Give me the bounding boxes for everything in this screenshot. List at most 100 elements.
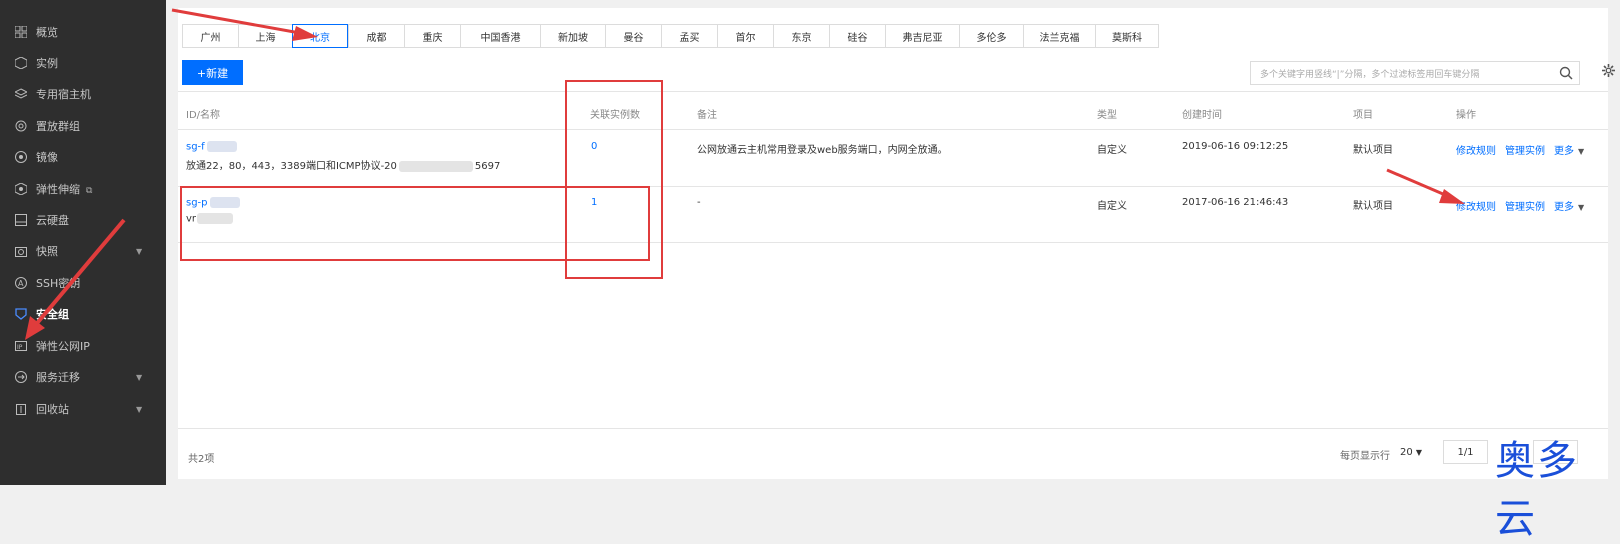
table-header: ID/名称 关联实例数 备注 类型 创建时间 项目 操作 [178, 92, 1608, 130]
tab-region-guangzhou[interactable]: 广州 [182, 24, 238, 48]
search-icon[interactable] [1559, 66, 1573, 83]
tab-region-beijing[interactable]: 北京 [292, 24, 348, 48]
column-header-id: ID/名称 [186, 110, 221, 121]
table-row: sg-f 放通22，80，443，3389端口和ICMP协议-20 5697 0 … [178, 130, 1608, 187]
trash-icon [15, 403, 27, 415]
edit-rules-link[interactable]: 修改规则 [1456, 202, 1496, 213]
layers-icon [15, 88, 27, 100]
search-placeholder: 多个关键字用竖线“|”分隔，多个过滤标签用回车键分隔 [1260, 70, 1480, 80]
sidebar-item-label: 弹性公网IP [36, 340, 90, 353]
region-tabs: 广州 上海 北京 成都 重庆 中国香港 新加坡 曼谷 孟买 首尔 东京 硅谷 弗… [182, 24, 1159, 48]
type-text: 自定义 [1097, 201, 1127, 212]
shield-icon [15, 308, 27, 320]
sidebar-item-instances[interactable]: 实例 [0, 50, 166, 76]
remark-text: 公网放通云主机常用登录及web服务端口，内网全放通。 [697, 145, 948, 156]
security-group-id-link[interactable]: sg-f [186, 141, 237, 153]
sidebar-item-overview[interactable]: 概览 [0, 19, 166, 45]
row-actions: 修改规则 管理实例 更多 ▼ [1456, 142, 1593, 157]
chevron-down-icon: ▼ [136, 404, 143, 414]
sidebar-item-label: 回收站 [36, 403, 69, 416]
sidebar-item-dedicated-host[interactable]: 专用宿主机 [0, 81, 166, 107]
tab-region-virginia[interactable]: 弗吉尼亚 [885, 24, 959, 48]
tab-region-toronto[interactable]: 多伦多 [959, 24, 1023, 48]
new-button[interactable]: +新建 [182, 60, 243, 85]
sidebar-item-placement-group[interactable]: 置放群组 [0, 113, 166, 139]
grid-icon [15, 26, 27, 38]
more-dropdown[interactable]: 更多 [1554, 202, 1574, 213]
per-page-label: 每页显示行 [1340, 451, 1390, 462]
created-time: 2019-06-16 09:12:25 [1182, 141, 1289, 152]
sidebar-item-label: 服务迁移 [36, 371, 80, 384]
tab-region-moscow[interactable]: 莫斯科 [1095, 24, 1159, 48]
tab-region-mumbai[interactable]: 孟买 [661, 24, 717, 48]
chevron-down-icon[interactable]: ▼ [1578, 203, 1584, 212]
watermark-logo: 奥多云 [1495, 438, 1579, 542]
row-actions: 修改规则 管理实例 更多 ▼ [1456, 198, 1593, 213]
column-header-type: 类型 [1097, 110, 1117, 121]
tab-region-hongkong[interactable]: 中国香港 [460, 24, 540, 48]
cube-icon [15, 57, 27, 69]
redacted-block [398, 160, 473, 172]
more-dropdown[interactable]: 更多 [1554, 146, 1574, 157]
chevron-down-icon: ▼ [136, 372, 143, 382]
sidebar-item-label: 实例 [36, 57, 58, 70]
chevron-down-icon[interactable]: ▼ [1578, 147, 1584, 156]
security-group-name: 放通22，80，443，3389端口和ICMP协议-20 5697 [186, 160, 501, 172]
remark-text: - [697, 197, 701, 208]
tab-region-bangkok[interactable]: 曼谷 [605, 24, 661, 48]
edit-rules-link[interactable]: 修改规则 [1456, 146, 1496, 157]
disc-icon [15, 151, 27, 163]
annotation-highlight-row [180, 186, 650, 261]
table-footer: 共2项 每页显示行 20 ▼ 1/1 [178, 428, 1608, 480]
eip-icon: IP [15, 340, 27, 352]
sidebar: 概览 实例 专用宿主机 置放群组 镜像 弹性伸缩 ⧉ 云硬盘 快照 ▼ A SSH… [0, 0, 166, 485]
sidebar-item-snapshot[interactable]: 快照 ▼ [0, 238, 166, 264]
gear-cube-icon [15, 120, 27, 132]
sidebar-item-label: 安全组 [36, 308, 69, 321]
sidebar-item-images[interactable]: 镜像 [0, 144, 166, 170]
gear-icon[interactable] [1602, 64, 1615, 80]
tab-region-frankfurt[interactable]: 法兰克福 [1023, 24, 1095, 48]
security-group-table: ID/名称 关联实例数 备注 类型 创建时间 项目 操作 sg-f 放通22，8… [178, 91, 1608, 479]
page-indicator[interactable]: 1/1 [1443, 440, 1488, 464]
tab-region-chengdu[interactable]: 成都 [348, 24, 404, 48]
project-text: 默认项目 [1353, 145, 1393, 156]
tab-region-tokyo[interactable]: 东京 [773, 24, 829, 48]
manage-instances-link[interactable]: 管理实例 [1505, 202, 1545, 213]
per-page-select[interactable]: 20 ▼ [1400, 447, 1422, 458]
tab-region-seoul[interactable]: 首尔 [717, 24, 773, 48]
sidebar-item-migration[interactable]: 服务迁移 ▼ [0, 364, 166, 390]
disk-icon [15, 214, 27, 226]
sidebar-item-recycle-bin[interactable]: 回收站 ▼ [0, 396, 166, 422]
tab-region-chongqing[interactable]: 重庆 [404, 24, 460, 48]
column-header-ops: 操作 [1456, 110, 1476, 121]
sidebar-item-ssh-key[interactable]: A SSH密钥 [0, 270, 166, 296]
sidebar-item-cloud-disk[interactable]: 云硬盘 [0, 207, 166, 233]
tab-region-silicon-valley[interactable]: 硅谷 [829, 24, 885, 48]
sidebar-item-label: SSH密钥 [36, 277, 81, 290]
column-header-created: 创建时间 [1182, 110, 1222, 121]
sidebar-item-auto-scaling[interactable]: 弹性伸缩 ⧉ [0, 176, 166, 202]
external-link-icon: ⧉ [86, 186, 93, 196]
toolbar-card: 广州 上海 北京 成都 重庆 中国香港 新加坡 曼谷 孟买 首尔 东京 硅谷 弗… [178, 8, 1615, 91]
camera-icon [15, 245, 27, 257]
column-header-remark: 备注 [697, 110, 717, 121]
sidebar-item-label: 镜像 [36, 151, 58, 164]
search-input[interactable]: 多个关键字用竖线“|”分隔，多个过滤标签用回车键分隔 [1250, 61, 1580, 85]
svg-text:A: A [18, 279, 24, 288]
tab-region-shanghai[interactable]: 上海 [238, 24, 292, 48]
tab-region-singapore[interactable]: 新加坡 [540, 24, 605, 48]
project-text: 默认项目 [1353, 201, 1393, 212]
sidebar-item-label: 置放群组 [36, 120, 80, 133]
sidebar-item-eip[interactable]: IP 弹性公网IP [0, 333, 166, 359]
column-header-project: 项目 [1353, 110, 1373, 121]
type-text: 自定义 [1097, 145, 1127, 156]
sidebar-item-security-group[interactable]: 安全组 [0, 301, 166, 327]
sidebar-item-label: 概览 [36, 26, 58, 39]
svg-text:IP: IP [17, 344, 23, 351]
manage-instances-link[interactable]: 管理实例 [1505, 146, 1545, 157]
scale-icon [15, 183, 27, 195]
sidebar-item-label: 快照 [36, 245, 58, 258]
migrate-icon [15, 371, 27, 383]
total-count: 共2项 [188, 454, 215, 465]
